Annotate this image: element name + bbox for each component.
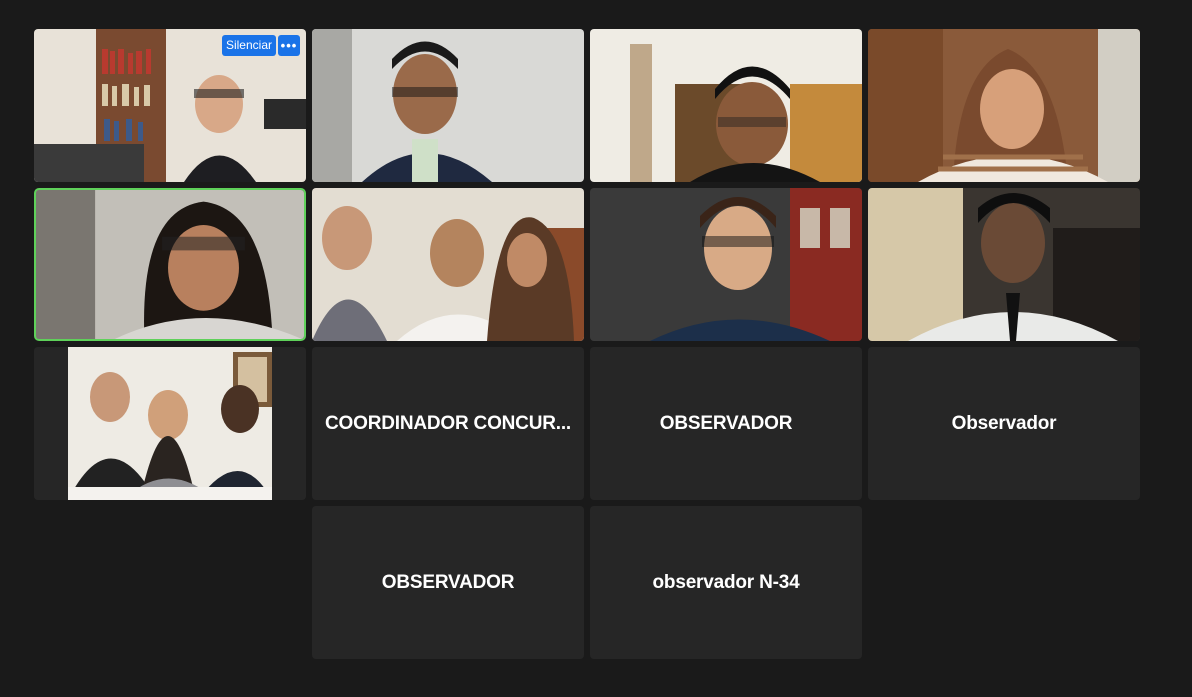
- participant-video: [68, 347, 272, 500]
- participant-video: [590, 29, 862, 182]
- participant-tile-14[interactable]: observador N-34: [590, 506, 862, 659]
- participant-name: Observador: [951, 412, 1057, 434]
- participant-video: [36, 190, 304, 339]
- participant-tile-5-speaking[interactable]: [34, 188, 306, 341]
- participant-video: [868, 29, 1140, 182]
- participant-name: OBSERVADOR: [381, 571, 515, 593]
- participant-tile-4[interactable]: [868, 29, 1140, 182]
- participant-tile-12[interactable]: Observador: [868, 347, 1140, 500]
- participant-name: observador N-34: [652, 571, 800, 593]
- mute-button[interactable]: Silenciar: [221, 35, 276, 56]
- participant-tile-1[interactable]: Silenciar •••: [34, 29, 306, 182]
- participant-tile-9[interactable]: [34, 347, 306, 500]
- participant-name: OBSERVADOR: [659, 412, 793, 434]
- participant-tile-8[interactable]: [868, 188, 1140, 341]
- tile-controls: Silenciar •••: [221, 35, 300, 56]
- participant-video: [590, 188, 862, 341]
- participant-video: [312, 188, 584, 341]
- participant-video: [312, 29, 584, 182]
- participant-tile-7[interactable]: [590, 188, 862, 341]
- participant-name: COORDINADOR CONCUR...: [325, 412, 571, 434]
- more-icon[interactable]: •••: [278, 35, 300, 56]
- participant-tile-13[interactable]: OBSERVADOR: [312, 506, 584, 659]
- participant-tile-3[interactable]: [590, 29, 862, 182]
- participant-tile-6[interactable]: [312, 188, 584, 341]
- gallery-grid: Silenciar ••• COORDINADOR CONCUR... OBSE…: [0, 0, 1192, 697]
- participant-tile-2[interactable]: [312, 29, 584, 182]
- participant-tile-11[interactable]: OBSERVADOR: [590, 347, 862, 500]
- participant-video: [868, 188, 1140, 341]
- participant-tile-10[interactable]: COORDINADOR CONCUR...: [312, 347, 584, 500]
